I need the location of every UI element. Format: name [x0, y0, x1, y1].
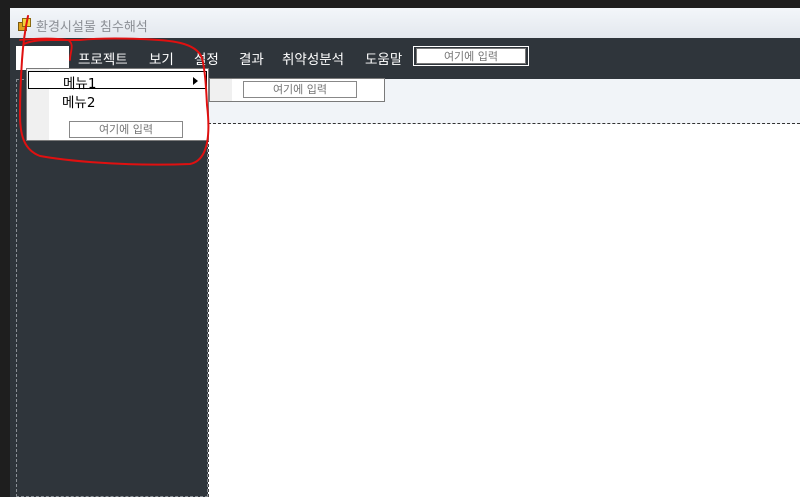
app-icon	[18, 18, 31, 31]
submenu-gutter	[210, 79, 232, 101]
menu-input-box	[413, 46, 529, 66]
dropdown-item-label: 메뉴1	[63, 76, 97, 92]
menu-settings[interactable]: 설정	[194, 48, 219, 68]
menu-vulnerability-analysis[interactable]: 취약성분석	[282, 48, 344, 68]
left-panel	[16, 79, 208, 497]
dropdown-item-menu2[interactable]: 메뉴2	[28, 91, 207, 111]
menu-project[interactable]: 프로젝트	[78, 48, 128, 68]
menu-view[interactable]: 보기	[149, 48, 174, 68]
app-window: 환경시설물 침수해석 프로젝트 보기 설정 결과 취약성분석 도움말 메뉴1 메…	[10, 8, 800, 497]
menu-help[interactable]: 도움말	[365, 48, 402, 68]
dropdown-input-field[interactable]	[69, 121, 183, 138]
menu-file[interactable]	[16, 46, 69, 70]
submenu-input-field[interactable]	[243, 81, 357, 98]
menu-bar: 프로젝트 보기 설정 결과 취약성분석 도움말	[10, 38, 800, 72]
menu-input-field[interactable]	[416, 48, 526, 64]
dropdown-menu: 메뉴1 메뉴2	[26, 68, 209, 141]
title-bar[interactable]: 환경시설물 침수해석	[10, 8, 800, 38]
submenu-panel	[209, 78, 385, 102]
menu-results[interactable]: 결과	[239, 48, 264, 68]
dropdown-item-menu1[interactable]: 메뉴1	[28, 71, 207, 92]
window-title: 환경시설물 침수해석	[36, 20, 148, 35]
submenu-arrow-icon	[193, 77, 198, 85]
dropdown-item-label: 메뉴2	[62, 95, 96, 111]
main-content-area	[208, 124, 800, 497]
